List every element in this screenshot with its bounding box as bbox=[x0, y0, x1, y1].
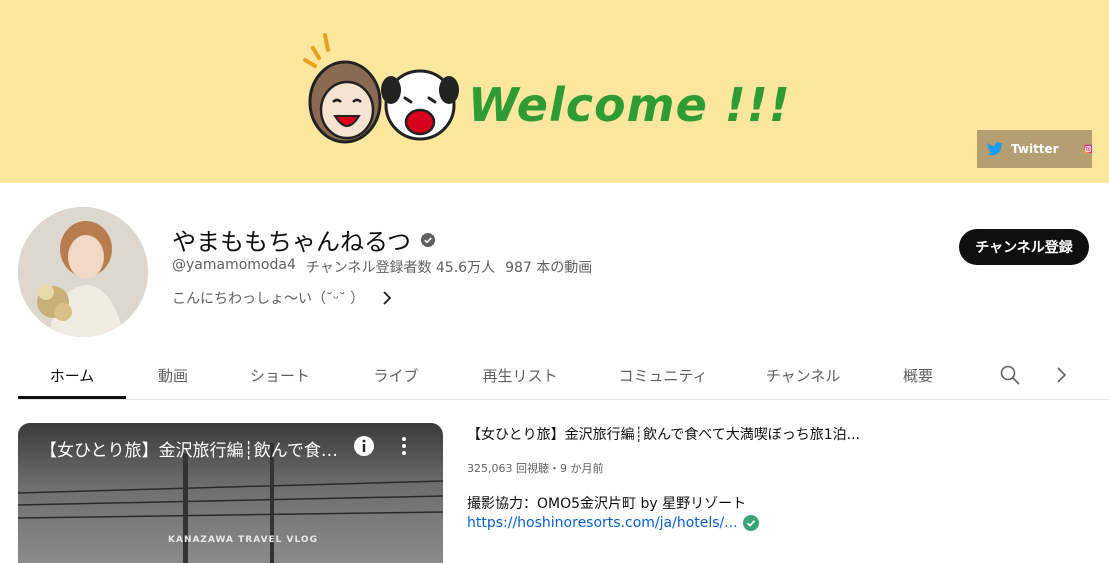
channel-name: やまももちゃんねるつ bbox=[172, 222, 436, 257]
channel-description-text: こんにちわっしょ〜い（˘ᵕ˘ ） bbox=[172, 291, 365, 307]
featured-video-credit: 撮影協力：OMO5金沢片町 by 星野リゾート bbox=[467, 496, 747, 512]
channel-tabs: ホーム 動画 ショート ライブ 再生リスト コミュニティ チャンネル 概要 bbox=[18, 352, 1109, 400]
search-icon[interactable] bbox=[1000, 365, 1020, 385]
channel-avatar[interactable] bbox=[18, 207, 148, 337]
chevron-right-icon bbox=[383, 291, 392, 305]
featured-video-stats: 325,063 回視聴・9 か月前 bbox=[467, 462, 604, 475]
banner-welcome-text: Welcome !!! bbox=[468, 78, 791, 132]
more-vert-icon[interactable] bbox=[401, 435, 407, 457]
tab-shorts[interactable]: ショート bbox=[238, 352, 322, 398]
subscribe-button[interactable]: チャンネル登録 bbox=[959, 229, 1089, 265]
chevron-right-icon[interactable] bbox=[1055, 366, 1067, 384]
tab-channels[interactable]: チャンネル bbox=[758, 352, 848, 398]
instagram-icon[interactable] bbox=[1083, 141, 1092, 157]
featured-video-player[interactable]: 【女ひとり旅】金沢旅行編┊飲んで食べて大満喫ぼっち旅1泊... KANAZAWA… bbox=[18, 423, 443, 563]
twitter-link-label: Twitter bbox=[1011, 142, 1059, 156]
tab-videos[interactable]: 動画 bbox=[133, 352, 213, 398]
video-overlay-title: 【女ひとり旅】金沢旅行編┊飲んで食べて大満喫ぼっち旅1泊... bbox=[40, 441, 340, 461]
twitter-icon bbox=[987, 142, 1003, 156]
channel-meta: @yamamomoda4 チャンネル登録者数 45.6万人 987 本の動画 bbox=[172, 257, 592, 277]
tab-community[interactable]: コミュニティ bbox=[608, 352, 718, 398]
channel-name-text: やまももちゃんねるつ bbox=[172, 228, 412, 256]
banner-social-links: Twitter bbox=[977, 130, 1092, 168]
twitter-link[interactable]: Twitter bbox=[987, 142, 1059, 156]
subscriber-count: チャンネル登録者数 45.6万人 bbox=[305, 260, 496, 276]
featured-video-link-text: https://hoshinoresorts.com/ja/hotels/... bbox=[467, 515, 738, 531]
verified-check-icon bbox=[742, 515, 759, 531]
channel-banner: Welcome !!! Twitter bbox=[0, 0, 1109, 183]
featured-video-link[interactable]: https://hoshinoresorts.com/ja/hotels/... bbox=[467, 515, 759, 531]
featured-video-title[interactable]: 【女ひとり旅】金沢旅行編┊飲んで食べて大満喫ぼっち旅1泊... bbox=[467, 424, 860, 444]
tab-about[interactable]: 概要 bbox=[888, 352, 948, 398]
tab-live[interactable]: ライブ bbox=[356, 352, 436, 398]
channel-handle: @yamamomoda4 bbox=[172, 257, 296, 273]
tab-playlists[interactable]: 再生リスト bbox=[470, 352, 570, 398]
verified-badge-icon bbox=[421, 232, 436, 247]
avatar-photo bbox=[18, 207, 148, 337]
channel-description[interactable]: こんにちわっしょ〜い（˘ᵕ˘ ） bbox=[172, 288, 392, 308]
video-count: 987 本の動画 bbox=[505, 260, 593, 276]
info-icon[interactable] bbox=[353, 435, 375, 457]
thumbnail-caption: KANAZAWA TRAVEL VLOG bbox=[168, 535, 318, 545]
banner-characters-illustration bbox=[303, 33, 459, 144]
tab-home[interactable]: ホーム bbox=[18, 352, 126, 399]
